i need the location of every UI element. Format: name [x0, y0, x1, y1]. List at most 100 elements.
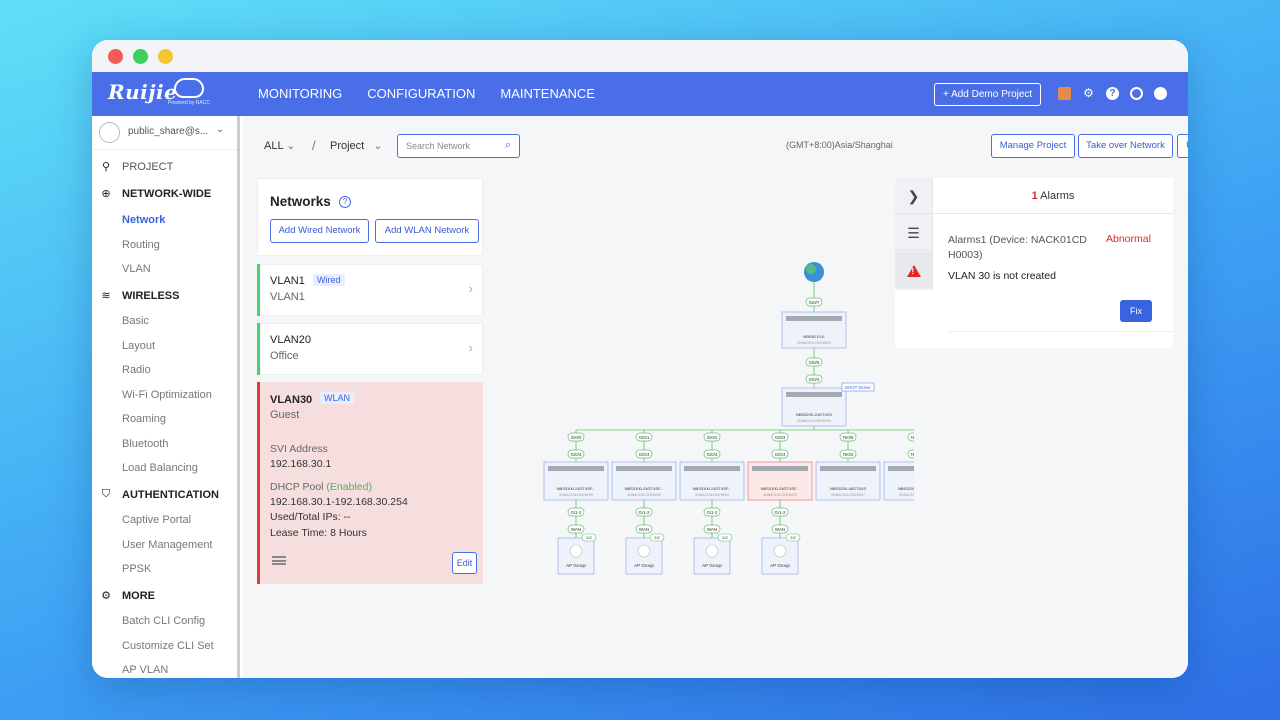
minimize-window-button[interactable] — [158, 49, 173, 64]
book-icon[interactable] — [1058, 87, 1071, 100]
sidebar-section-more[interactable]: ⚙ MORE — [100, 589, 155, 603]
list-icon[interactable]: ☰ — [895, 215, 932, 251]
project-select[interactable]: Project ⌄ — [330, 139, 383, 152]
dhcp-range: 192.168.30.1-192.168.30.254 — [270, 496, 408, 508]
ap-count: 2/2 — [722, 535, 728, 540]
add-demo-project-button[interactable]: + Add Demo Project — [934, 83, 1042, 106]
project-value: Project — [330, 140, 365, 152]
port-label: Gi1-2 — [774, 510, 786, 515]
device-chassis — [820, 466, 876, 471]
vlan-card-vlan30[interactable]: VLAN30 WLAN Guest SVI Address 192.168.30… — [257, 382, 483, 584]
user-switcher[interactable]: public_share@s... ⌄ — [92, 116, 237, 150]
scope-select[interactable]: ALL ⌄ — [264, 139, 295, 152]
vlan-desc: Guest — [270, 409, 300, 421]
port-label: Te0/2 — [842, 452, 854, 457]
filter-bar: ALL ⌄ / Project ⌄ Search Network ⌕ (GMT+… — [243, 116, 1188, 170]
maximize-window-button[interactable] — [133, 49, 148, 64]
gear-icon: ⚙ — [101, 590, 111, 602]
project-icon: ⚲ — [101, 161, 111, 173]
menu-monitoring[interactable]: MONITORING — [258, 86, 342, 101]
device-sn: SNNACK01CD0H0003 — [797, 341, 831, 345]
port-label: Gi0/4 — [639, 452, 650, 457]
vlan-name: VLAN1 — [270, 275, 305, 287]
help-icon[interactable]: ? — [1106, 87, 1119, 100]
networks-panel: Networks ? Add Wired Network Add WLAN Ne… — [257, 178, 492, 678]
sidebar-item-bluetooth[interactable]: Bluetooth — [122, 438, 168, 450]
port-label: Gi0/4 — [707, 452, 718, 457]
close-window-button[interactable] — [108, 49, 123, 64]
sidebar-item-wifi-optimization[interactable]: Wi-Fi Optimization — [122, 389, 212, 401]
vlan-name: VLAN30 — [270, 394, 313, 406]
menu-configuration[interactable]: CONFIGURATION — [367, 86, 475, 101]
vlan-card-vlan20[interactable]: VLAN20 Office › — [257, 323, 483, 375]
globe-icon[interactable] — [1130, 87, 1143, 100]
edit-button[interactable]: Edit — [452, 552, 477, 574]
alarm-tabs: ❯ ☰ — [895, 178, 933, 290]
device-sn: SNNACK01CD0H0006 — [797, 419, 831, 423]
port-label: Gi1-2 — [570, 510, 582, 515]
user-icon[interactable] — [1154, 87, 1167, 100]
sidebar-item-ppsk[interactable]: PPSK — [122, 563, 151, 575]
chevron-right-icon[interactable]: › — [469, 340, 473, 355]
add-wlan-network-button[interactable]: Add WLAN Network — [375, 219, 479, 243]
sidebar-item-vlan[interactable]: VLAN — [122, 263, 151, 275]
access-point-icon — [569, 544, 583, 558]
svi-address: 192.168.30.1 — [270, 458, 332, 470]
device-sn: SNNACK01CD0H0009 — [627, 493, 661, 497]
fix-button[interactable]: Fix — [1120, 300, 1152, 322]
sidebar-item-routing[interactable]: Routing — [122, 239, 160, 251]
device-chassis — [616, 466, 672, 471]
manage-project-button[interactable]: Manage Project — [991, 134, 1075, 158]
alarm-count-label: Alarms — [1040, 190, 1075, 202]
sidebar-item-batch-cli[interactable]: Batch CLI Config — [122, 615, 205, 627]
sidebar-item-layout[interactable]: Layout — [122, 340, 155, 352]
menu-icon[interactable] — [272, 556, 286, 565]
port-label: WAN — [775, 527, 785, 532]
sidebar-item-ap-vlan[interactable]: AP VLAN — [122, 664, 168, 676]
unbind-device-button[interactable]: Unbind Device — [1177, 134, 1188, 158]
sidebar-item-roaming[interactable]: Roaming — [122, 413, 166, 425]
search-placeholder: Search Network — [406, 141, 471, 151]
take-over-network-button[interactable]: Take over Network — [1078, 134, 1173, 158]
alert-tab[interactable] — [895, 252, 932, 288]
vlan-card-vlan1[interactable]: VLAN1 Wired VLAN1 › — [257, 264, 483, 316]
help-icon[interactable]: ? — [339, 196, 351, 208]
add-wired-network-button[interactable]: Add Wired Network — [270, 219, 369, 243]
search-input[interactable]: Search Network ⌕ — [397, 134, 520, 158]
device-name: NBR6210-E — [803, 334, 825, 339]
vlan-type-badge: Wired — [313, 274, 345, 286]
sidebar-section-network-wide[interactable]: ⊕ NETWORK-WIDE — [100, 187, 211, 201]
timezone-label: (GMT+8:00)Asia/Shanghai — [786, 140, 893, 150]
main-content: ALL ⌄ / Project ⌄ Search Network ⌕ (GMT+… — [243, 116, 1188, 678]
sidebar-item-basic[interactable]: Basic — [122, 315, 149, 327]
collapse-arrow-icon[interactable]: ❯ — [895, 178, 932, 214]
sidebar-item-load-balancing[interactable]: Load Balancing — [122, 462, 198, 474]
alarm-message: VLAN 30 is not created — [948, 270, 1056, 282]
sidebar-section-wireless[interactable]: ≋ WIRELESS — [100, 289, 179, 303]
title-bar — [92, 40, 1188, 72]
sidebar-item-network[interactable]: Network — [122, 214, 165, 226]
top-nav: Ruijie Powered by RACC MONITORING CONFIG… — [92, 72, 1188, 116]
port-label: Gi0/4 — [775, 452, 786, 457]
sidebar-item-customize-cli[interactable]: Customize CLI Set — [122, 640, 214, 652]
search-icon[interactable]: ⌕ — [505, 139, 511, 152]
ap-count: 2/2 — [790, 535, 796, 540]
chevron-right-icon[interactable]: › — [469, 281, 473, 296]
chevron-down-icon[interactable]: ⌄ — [216, 124, 224, 135]
port-label: Gi0/0 — [571, 435, 582, 440]
device-chassis — [888, 466, 914, 471]
port-label: Gi0/7 — [809, 300, 820, 305]
sidebar-section-project[interactable]: ⚲ PROJECT — [100, 160, 173, 174]
sidebar-item-radio[interactable]: Radio — [122, 364, 151, 376]
device-name: NBS3200-48GT4XS — [898, 486, 914, 491]
sidebar-section-authentication[interactable]: ⛉ AUTHENTICATION — [100, 488, 219, 501]
menu-maintenance[interactable]: MAINTENANCE — [500, 86, 595, 101]
shield-icon: ⛉ — [101, 488, 111, 500]
sidebar-item-captive-portal[interactable]: Captive Portal — [122, 514, 191, 526]
chevron-down-icon: ⌄ — [286, 140, 296, 152]
sidebar-item-user-management[interactable]: User Management — [122, 539, 213, 551]
device-chassis — [548, 466, 604, 471]
access-point-icon — [773, 544, 787, 558]
port-label: Gi0/3 — [775, 435, 786, 440]
gear-icon[interactable]: ⚙ — [1082, 87, 1095, 100]
